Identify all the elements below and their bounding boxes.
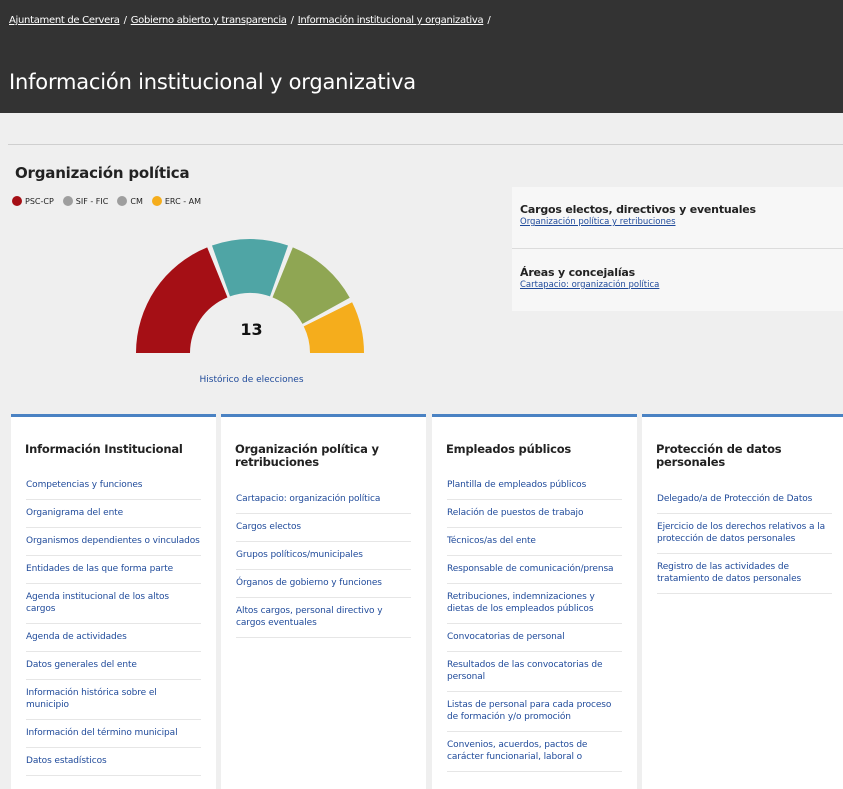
- legend-label: SIF - FIC: [75, 196, 109, 206]
- card-link[interactable]: Técnicos/as del ente: [447, 528, 622, 556]
- card-link[interactable]: Altos cargos, personal directivo y cargo…: [236, 598, 411, 638]
- card-link[interactable]: Cartapacio: organización política: [236, 493, 411, 514]
- side-block-title: Áreas y concejalías: [520, 266, 635, 279]
- breadcrumb: Ajuntament de Cervera / Gobierno abierto y…: [9, 15, 494, 26]
- card-link[interactable]: Información del término municipal: [26, 720, 201, 748]
- political-organization-title: Organización política: [15, 164, 190, 182]
- card-link[interactable]: Información histórica sobre el municipio: [26, 680, 201, 720]
- card-link-list: Competencias y funciones Organigrama del…: [26, 479, 201, 776]
- breadcrumb-link-ajuntament[interactable]: Ajuntament de Cervera: [9, 15, 120, 26]
- card-link-list: Cartapacio: organización política Cargos…: [236, 493, 411, 638]
- legend-label: PSC-CP: [25, 196, 54, 206]
- card-link[interactable]: Responsable de comunicación/prensa: [447, 556, 622, 584]
- side-block-cargos: Cargos electos, directivos y eventuales …: [520, 203, 756, 227]
- card-link[interactable]: Organigrama del ente: [26, 500, 201, 528]
- breadcrumb-link-informacion-institucional[interactable]: Información institucional y organizativa: [298, 15, 484, 26]
- breadcrumb-separator: /: [290, 15, 294, 26]
- card-proteccion-datos: Protección de datos personales Delegado/…: [642, 414, 843, 789]
- legend-label: ERC - AM: [164, 196, 202, 206]
- card-link[interactable]: Grupos políticos/municipales: [236, 542, 411, 570]
- page-title: Información institucional y organizativa: [9, 70, 416, 94]
- card-link[interactable]: Datos generales del ente: [26, 652, 201, 680]
- legend-item-psc[interactable]: PSC-CP: [12, 196, 54, 206]
- card-link[interactable]: Plantilla de empleados públicos: [447, 479, 622, 500]
- card-link[interactable]: Ejercicio de los derechos relativos a la…: [657, 514, 832, 554]
- legend-dot-icon: [151, 196, 162, 206]
- card-organizacion-politica: Organización política y retribuciones Ca…: [221, 414, 426, 789]
- legend-item-erc[interactable]: ERC - AM: [151, 196, 202, 206]
- card-informacion-institucional: Información Institucional Competencias y…: [11, 414, 216, 789]
- legend-item-sif[interactable]: SIF - FIC: [62, 196, 109, 206]
- side-panel: Cargos electos, directivos y eventuales …: [512, 187, 843, 311]
- category-cards: Información Institucional Competencias y…: [11, 414, 843, 789]
- side-block-link[interactable]: Cartapacio: organización política: [520, 280, 659, 290]
- side-block-link[interactable]: Organización política y retribuciones: [520, 217, 756, 227]
- card-link[interactable]: Retribuciones, indemnizaciones y dietas …: [447, 584, 622, 624]
- card-link[interactable]: Registro de las actividades de tratamien…: [657, 554, 832, 594]
- party-legend: PSC-CP SIF - FIC CM ERC - AM: [12, 196, 210, 206]
- card-link[interactable]: Relación de puestos de trabajo: [447, 500, 622, 528]
- card-link[interactable]: Órganos de gobierno y funciones: [236, 570, 411, 598]
- seat-total: 13: [240, 320, 263, 339]
- card-title: Información Institucional: [25, 442, 183, 456]
- breadcrumb-link-gobierno-abierto[interactable]: Gobierno abierto y transparencia: [131, 15, 287, 26]
- card-link[interactable]: Convocatorias de personal: [447, 624, 622, 652]
- card-link[interactable]: Entidades de las que forma parte: [26, 556, 201, 584]
- card-link[interactable]: Organismos dependientes o vinculados: [26, 528, 201, 556]
- card-link[interactable]: Agenda institucional de los altos cargos: [26, 584, 201, 624]
- section-divider: [8, 144, 843, 145]
- card-link[interactable]: Competencias y funciones: [26, 479, 201, 500]
- legend-dot-icon: [12, 196, 22, 206]
- card-link-list: Delegado/a de Protección de Datos Ejerci…: [657, 493, 832, 594]
- seat-gauge: [136, 239, 364, 353]
- legend-item-cm[interactable]: CM: [117, 196, 143, 206]
- card-title: Empleados públicos: [446, 442, 572, 456]
- card-title: Protección de datos personales: [656, 442, 782, 469]
- legend-label: CM: [130, 196, 143, 206]
- card-link[interactable]: Convenios, acuerdos, pactos de carácter …: [447, 732, 622, 772]
- legend-dot-icon: [62, 196, 73, 206]
- card-link[interactable]: Listas de personal para cada proceso de …: [447, 692, 622, 732]
- page-header: Ajuntament de Cervera / Gobierno abierto y…: [0, 0, 843, 113]
- card-link[interactable]: Cargos electos: [236, 514, 411, 542]
- side-panel-divider: [512, 248, 843, 249]
- breadcrumb-separator: /: [487, 15, 491, 26]
- election-history-link[interactable]: Histórico de elecciones: [0, 375, 503, 385]
- card-link[interactable]: Resultados de las convocatorias de perso…: [447, 652, 622, 692]
- side-block-areas: Áreas y concejalías Cartapacio: organiza…: [520, 266, 659, 290]
- card-empleados-publicos: Empleados públicos Plantilla de empleado…: [432, 414, 637, 789]
- card-link-list: Plantilla de empleados públicos Relación…: [447, 479, 622, 772]
- card-title: Organización política y retribuciones: [235, 442, 379, 469]
- card-link[interactable]: Agenda de actividades: [26, 624, 201, 652]
- legend-dot-icon: [117, 196, 128, 206]
- side-block-title: Cargos electos, directivos y eventuales: [520, 203, 756, 216]
- breadcrumb-separator: /: [123, 15, 127, 26]
- card-link[interactable]: Datos estadísticos: [26, 748, 201, 776]
- card-link[interactable]: Delegado/a de Protección de Datos: [657, 493, 832, 514]
